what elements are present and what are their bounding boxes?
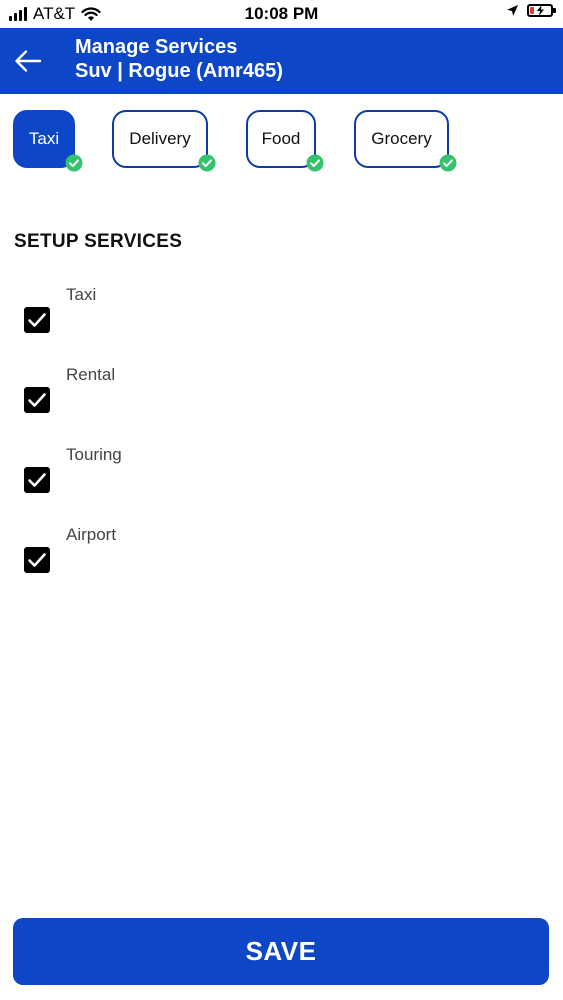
service-checkbox[interactable] xyxy=(24,387,50,413)
back-arrow-icon xyxy=(15,50,42,72)
checkmark-icon xyxy=(28,553,46,567)
vehicle-subtitle: Suv | Rogue (Amr465) xyxy=(75,60,283,82)
chip-delivery[interactable]: Delivery xyxy=(112,110,216,172)
service-label: Touring xyxy=(66,445,122,464)
location-arrow-icon xyxy=(507,5,518,16)
chip-label: Taxi xyxy=(28,129,60,148)
status-right xyxy=(506,4,556,17)
checkmark-icon xyxy=(28,393,46,407)
checkmark-icon xyxy=(28,473,46,487)
service-checkbox[interactable] xyxy=(24,307,50,333)
status-bar: AT&T 10:08 PM xyxy=(0,0,563,28)
chip-label: Food xyxy=(261,129,301,148)
service-row-rental: Rental xyxy=(0,365,563,435)
service-label: Airport xyxy=(66,525,117,544)
app-header: Manage Services Suv | Rogue (Amr465) xyxy=(0,28,563,94)
section-title: SETUP SERVICES xyxy=(14,231,183,252)
service-row-airport: Airport xyxy=(0,525,563,595)
status-time: 10:08 PM xyxy=(244,4,319,23)
verified-check-icon xyxy=(65,154,83,172)
bolt-icon xyxy=(537,5,544,16)
checkmark-icon xyxy=(28,313,46,327)
save-button[interactable]: SAVE xyxy=(13,918,549,985)
service-checkbox[interactable] xyxy=(24,547,50,573)
battery-charging-icon xyxy=(527,4,556,17)
chip-label: Grocery xyxy=(371,129,432,148)
battery-level xyxy=(530,7,534,14)
service-row-taxi: Taxi xyxy=(0,285,563,355)
verified-check-icon xyxy=(439,154,457,172)
service-label: Rental xyxy=(66,365,116,384)
service-checkbox[interactable] xyxy=(24,467,50,493)
verified-check-icon xyxy=(198,154,216,172)
service-label: Taxi xyxy=(66,285,97,304)
page-title: Manage Services xyxy=(75,36,238,58)
chip-label: Delivery xyxy=(129,129,191,148)
header-texts: Manage Services Suv | Rogue (Amr465) xyxy=(75,35,283,83)
chip-food[interactable]: Food xyxy=(246,110,324,172)
verified-check-icon xyxy=(306,154,324,172)
service-row-touring: Touring xyxy=(0,445,563,515)
chip-taxi[interactable]: Taxi xyxy=(13,110,83,172)
back-button[interactable] xyxy=(14,48,42,74)
chip-grocery[interactable]: Grocery xyxy=(354,110,457,172)
category-chips: Taxi Delivery Food Grocery xyxy=(0,110,563,174)
